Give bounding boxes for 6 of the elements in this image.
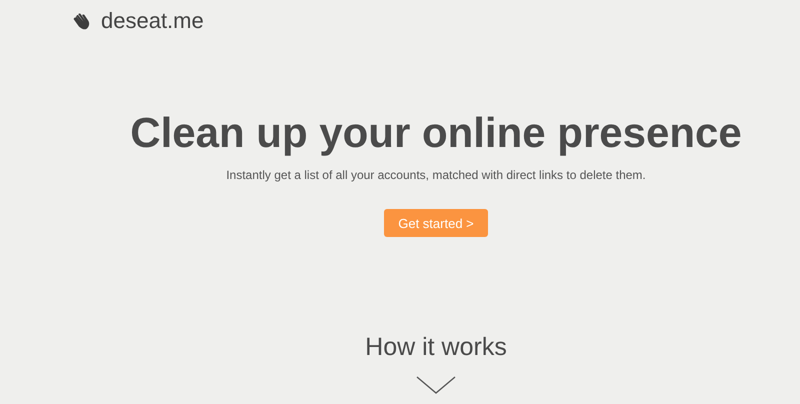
logo-text[interactable]: deseat.me <box>101 8 204 34</box>
headline: Clean up your online presence <box>130 108 742 158</box>
chevron-down-icon[interactable] <box>416 376 456 394</box>
subtitle: Instantly get a list of all your accounts, matched with direct links to delete them. <box>226 168 646 182</box>
waving-hand-icon <box>73 12 92 30</box>
section-heading: How it works <box>365 333 507 362</box>
